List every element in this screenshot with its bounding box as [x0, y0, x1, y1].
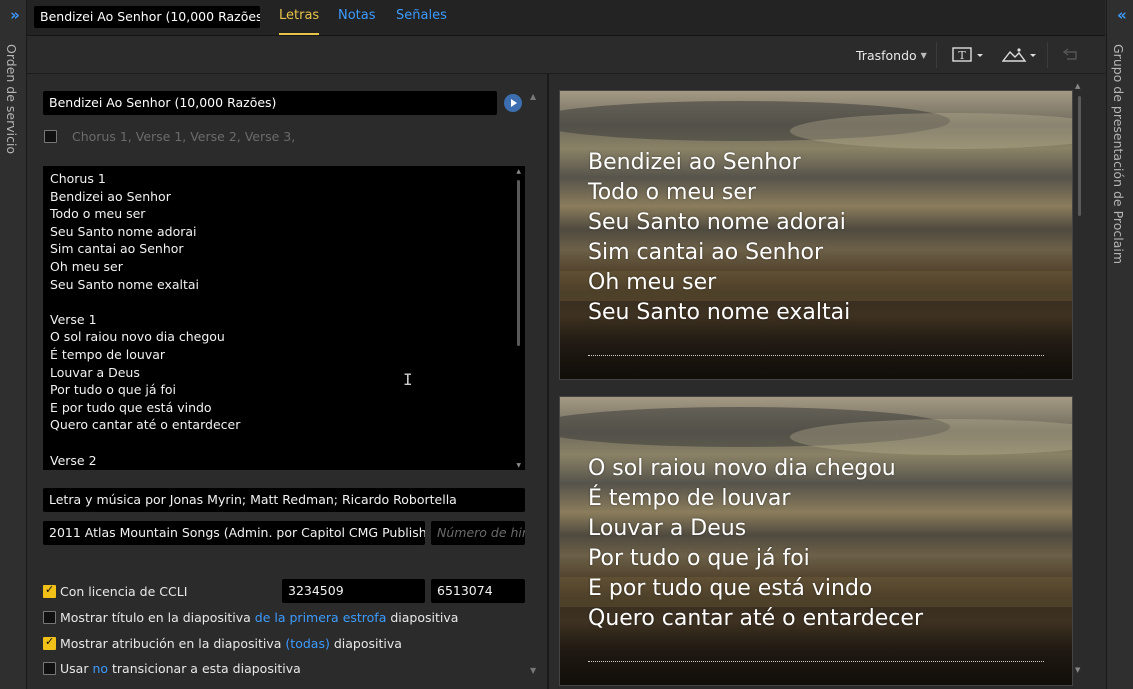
expand-right-icon[interactable]: «: [1107, 6, 1133, 24]
transition-label: Usar: [60, 661, 89, 676]
lyrics-line: Todo o meu ser: [50, 206, 146, 222]
show-attribution-row: Mostrar atribución en la diapositiva (to…: [43, 635, 402, 651]
scroll-down-icon[interactable]: ▼: [516, 462, 521, 469]
transition-row: Usar no transicionar a esta diapositiva: [43, 661, 301, 676]
lyrics-textarea[interactable]: Chorus 1 Bendizei ao Senhor Todo o meu ser…: [43, 166, 525, 470]
scroll-up-icon[interactable]: ▲: [1075, 82, 1080, 90]
authors-field[interactable]: Letra y música por Jonas Myrin; Matt Red…: [43, 488, 525, 512]
slide-line: É tempo de louvar: [588, 486, 791, 511]
lyrics-line: [50, 434, 518, 452]
sequence-checkbox[interactable]: [44, 130, 57, 143]
scroll-down-icon[interactable]: ▼: [1075, 666, 1080, 674]
top-bar: Bendizei Ao Senhor (10,000 Razões) Letra…: [27, 0, 1105, 36]
show-title-row: Mostrar título en la diapositiva de la p…: [43, 610, 458, 625]
lyrics-line: Quero cantar até o entardecer: [50, 417, 241, 433]
toolbar-divider: [1047, 42, 1048, 68]
transition-link[interactable]: no: [92, 661, 108, 676]
expand-left-icon[interactable]: »: [0, 6, 27, 24]
slide-preview-panel: Bendizei ao Senhor Todo o meu ser Seu Sant…: [551, 74, 1105, 689]
lyrics-line: Seu Santo nome adorai: [50, 223, 197, 239]
slide-line: Oh meu ser: [588, 270, 717, 295]
svg-text:T: T: [958, 49, 966, 62]
ccli-checkbox[interactable]: [43, 583, 56, 598]
lyrics-line: Por tudo o que já foi: [50, 382, 177, 398]
slide-toolbar: Trasfondo ▼ T: [27, 36, 1105, 74]
slide-line: Quero cantar até o entardecer: [588, 606, 923, 631]
slide-attribution: [588, 355, 1044, 357]
copyright-field[interactable]: 2011 Atlas Mountain Songs (Admin. por Ca…: [43, 521, 425, 545]
tab-signals[interactable]: Señales: [396, 8, 447, 23]
slide-preview-1[interactable]: Bendizei ao Senhor Todo o meu ser Seu Sant…: [559, 90, 1073, 380]
service-order-label[interactable]: Orden de servicio: [4, 44, 19, 154]
show-title-link[interactable]: de la primera estrofa: [255, 610, 387, 625]
slide-line: E por tudo que está vindo: [588, 576, 873, 601]
tab-lyrics[interactable]: Letras: [279, 8, 320, 35]
transition-checkbox[interactable]: [43, 662, 56, 675]
scroll-down-icon[interactable]: ▼: [530, 666, 536, 675]
chevron-down-icon: ▼: [920, 51, 927, 60]
presentation-group-label[interactable]: Grupo de presentación de Proclaim: [1111, 44, 1126, 264]
lyrics-lines: Chorus 1 Bendizei ao Senhor Todo o meu ser…: [50, 170, 518, 469]
show-attribution-link[interactable]: (todas): [285, 636, 329, 651]
transition-suffix: transicionar a esta diapositiva: [112, 661, 301, 676]
preview-scrollbar[interactable]: [1078, 96, 1081, 216]
slide-preview-2[interactable]: O sol raiou novo dia chegou É tempo de lo…: [559, 396, 1073, 686]
lyrics-line: Oh meu ser: [50, 258, 123, 274]
lyrics-scrollbar[interactable]: [517, 180, 520, 346]
undo-icon[interactable]: [1061, 46, 1081, 64]
image-mountain-icon[interactable]: [1001, 46, 1038, 64]
text-box-icon[interactable]: T: [952, 46, 984, 64]
background-dropdown[interactable]: Trasfondo ▼: [856, 48, 927, 63]
slide-line: Por tudo o que já foi: [588, 546, 810, 571]
show-title-checkbox[interactable]: [43, 611, 56, 624]
slide-line: Seu Santo nome adorai: [588, 210, 846, 235]
slide-line: Louvar a Deus: [588, 516, 747, 541]
hymn-number-field[interactable]: Número de himno: [431, 521, 525, 545]
lyrics-editor-panel: Bendizei Ao Senhor (10,000 Razões) ▲ Cho…: [27, 74, 549, 689]
show-title-suffix: diapositiva: [390, 610, 459, 625]
slide-lyrics: Bendizei ao Senhor Todo o meu ser Seu Sant…: [588, 148, 850, 328]
scroll-up-icon[interactable]: ▲: [516, 168, 521, 175]
slide-line: Seu Santo nome exaltai: [588, 300, 851, 325]
slide-line: Bendizei ao Senhor: [588, 150, 801, 175]
show-attribution-label: Mostrar atribución en la diapositiva: [60, 636, 282, 651]
play-icon[interactable]: [504, 94, 522, 112]
lyrics-line: Sim cantai ao Senhor: [50, 241, 184, 257]
show-title-label: Mostrar título en la diapositiva: [60, 610, 251, 625]
service-order-rail: » Orden de servicio: [0, 0, 27, 689]
toolbar-divider: [936, 42, 937, 68]
ccli-label: Con licencia de CCLI: [60, 584, 188, 599]
ccli-song-field[interactable]: 6513074: [431, 579, 525, 603]
text-cursor-icon: I: [403, 370, 413, 389]
slide-lyrics: O sol raiou novo dia chegou É tempo de lo…: [588, 454, 923, 634]
lyrics-line: Bendizei ao Senhor: [50, 188, 171, 204]
presentation-group-rail: « Grupo de presentación de Proclaim: [1106, 0, 1133, 689]
sequence-text[interactable]: Chorus 1, Verse 1, Verse 2, Verse 3,: [72, 129, 295, 144]
lyrics-line: Verse 2: [50, 452, 97, 468]
lyrics-line: Verse 1: [50, 311, 97, 327]
slide-line: Todo o meu ser: [588, 180, 756, 205]
scroll-up-icon[interactable]: ▲: [530, 92, 536, 101]
slide-line: O sol raiou novo dia chegou: [588, 456, 896, 481]
item-title-field[interactable]: Bendizei Ao Senhor (10,000 Razões): [34, 6, 260, 28]
lyrics-line: É tempo de louvar: [50, 346, 166, 362]
background-label: Trasfondo: [856, 48, 917, 63]
show-attribution-suffix: diapositiva: [333, 636, 402, 651]
lyrics-line: Chorus 1: [50, 171, 106, 186]
show-attribution-checkbox[interactable]: [43, 635, 56, 650]
ccli-license-field[interactable]: 3234509: [282, 579, 425, 603]
lyrics-line: O sol raiou novo dia chegou: [50, 329, 225, 345]
lyrics-line: [50, 293, 518, 311]
slide-line: Sim cantai ao Senhor: [588, 240, 824, 265]
lyrics-line: Louvar a Deus: [50, 364, 140, 380]
lyrics-line: Seu Santo nome exaltai: [50, 276, 200, 292]
ccli-row: Con licencia de CCLI: [43, 583, 188, 599]
tab-notes[interactable]: Notas: [338, 8, 376, 23]
song-title-input[interactable]: Bendizei Ao Senhor (10,000 Razões): [43, 91, 497, 115]
slide-attribution: [588, 661, 1044, 663]
app-window: » Orden de servicio « Grupo de presentac…: [0, 0, 1133, 689]
lyrics-line: E por tudo que está vindo: [50, 399, 212, 415]
